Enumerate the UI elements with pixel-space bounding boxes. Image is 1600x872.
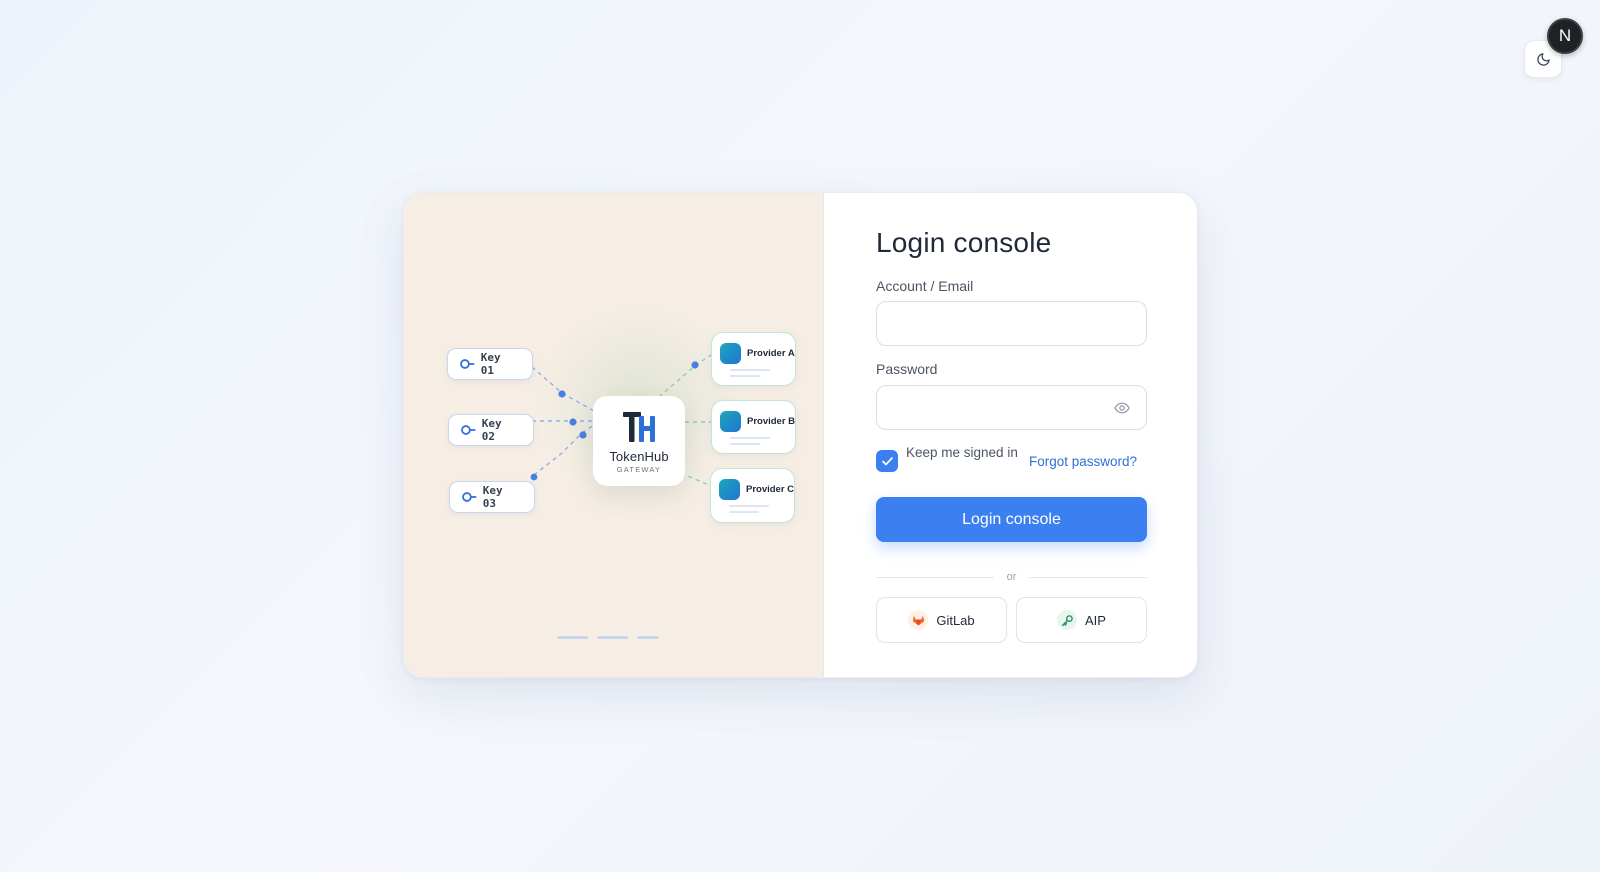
- aip-login-button[interactable]: AIP: [1016, 597, 1147, 643]
- provider-label: Provider B: [747, 416, 796, 427]
- placeholder-line: [729, 505, 769, 507]
- password-field-wrapper: [876, 385, 1147, 430]
- key-label: Key 01: [480, 351, 501, 377]
- provider-icon: [720, 343, 741, 364]
- placeholder-line: [729, 511, 759, 513]
- key-icon: [462, 492, 477, 502]
- gitlab-icon: [908, 610, 929, 630]
- account-label: Account / Email: [876, 278, 974, 294]
- hub-name: TokenHub: [609, 449, 669, 464]
- provider-card-c: Provider C: [710, 468, 795, 523]
- login-form: Login console Account / Email Password K…: [824, 193, 1197, 677]
- gitlab-label: GitLab: [936, 612, 975, 628]
- eye-icon[interactable]: [1114, 401, 1130, 415]
- carousel-dot[interactable]: [597, 636, 628, 639]
- divider-line: [1029, 577, 1147, 578]
- carousel-dot[interactable]: [557, 636, 588, 639]
- password-label: Password: [876, 361, 938, 377]
- login-button[interactable]: Login console: [876, 497, 1147, 542]
- key-chip-02: Key 02: [448, 414, 534, 446]
- moon-icon: [1536, 52, 1550, 66]
- placeholder-line: [730, 369, 770, 371]
- avatar[interactable]: N: [1547, 18, 1583, 54]
- account-field-wrapper: [876, 301, 1147, 346]
- key-chip-03: Key 03: [449, 481, 535, 513]
- provider-icon: [720, 411, 741, 432]
- provider-card-b: Provider B: [711, 400, 796, 454]
- login-card: Key 01 Key 02 Key 03 TokenHub GATEWAY Pr…: [403, 192, 1198, 678]
- key-label: Key 02: [481, 417, 502, 443]
- tokenhub-hub: TokenHub GATEWAY: [593, 396, 685, 486]
- checkmark-icon: [881, 456, 893, 465]
- carousel-dot[interactable]: [637, 636, 659, 639]
- remember-label[interactable]: Keep me signed in: [906, 444, 1018, 462]
- account-input[interactable]: [877, 302, 1146, 345]
- key-icon: [460, 359, 475, 369]
- key-icon: [1057, 610, 1078, 630]
- provider-label: Provider C: [746, 484, 795, 495]
- placeholder-line: [730, 437, 770, 439]
- forgot-password-link[interactable]: Forgot password?: [1029, 454, 1137, 469]
- provider-icon: [719, 479, 740, 500]
- gitlab-login-button[interactable]: GitLab: [876, 597, 1007, 643]
- placeholder-line: [730, 375, 760, 377]
- key-label: Key 03: [482, 484, 503, 510]
- key-chip-01: Key 01: [447, 348, 533, 380]
- placeholder-line: [730, 443, 760, 445]
- provider-label: Provider A: [747, 348, 795, 359]
- provider-card-a: Provider A: [711, 332, 796, 386]
- or-divider: or: [876, 571, 1147, 583]
- remember-checkbox[interactable]: [876, 450, 898, 472]
- tokenhub-logo: [623, 412, 655, 442]
- key-icon: [461, 425, 476, 435]
- hub-subtitle: GATEWAY: [616, 465, 662, 474]
- page-title: Login console: [876, 227, 1052, 258]
- aip-label: AIP: [1085, 612, 1106, 628]
- password-input[interactable]: [877, 386, 1146, 429]
- carousel-indicator: [557, 636, 659, 639]
- gateway-illustration: Key 01 Key 02 Key 03 TokenHub GATEWAY Pr…: [404, 193, 824, 677]
